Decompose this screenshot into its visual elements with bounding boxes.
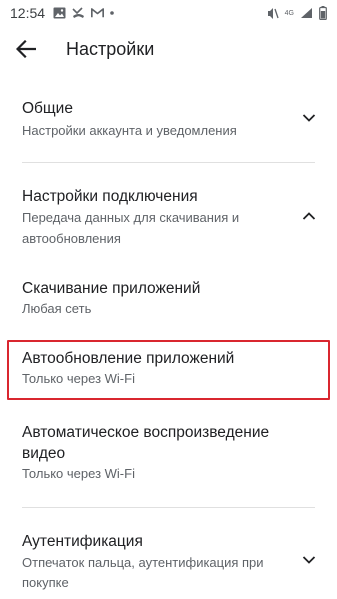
status-time: 12:54 [10,5,46,21]
autoplay-subtitle: Только через Wi-Fi [22,466,135,481]
settings-item-auth[interactable]: Аутентификация Отпечаток пальца, аутенти… [0,529,337,593]
settings-item-general[interactable]: Общие Настройки аккаунта и уведомления [0,96,337,148]
back-arrow-icon [16,40,36,58]
dot-icon [110,11,114,15]
gmail-icon [91,8,105,18]
chevron-down-icon [302,556,316,564]
signal-icon [300,7,313,19]
auth-title: Аутентификация [22,533,143,550]
missed-call-icon [72,7,85,19]
settings-screen: 12:54 4G Настройки Общие Настройки аккау… [0,0,337,599]
back-button[interactable] [14,37,38,61]
divider [22,507,315,508]
chevron-down-icon [302,114,316,122]
connection-subtitle-line2: автообновления [22,231,121,246]
connection-title: Настройки подключения [22,188,198,205]
status-bar: 12:54 4G [0,0,337,26]
image-icon [53,7,66,19]
app-bar: Настройки [0,26,337,72]
page-title: Настройки [66,38,155,59]
battery-icon [319,6,327,20]
general-subtitle: Настройки аккаунта и уведомления [22,123,237,138]
auth-subtitle-line1: Отпечаток пальца, аутентификация при [22,555,264,570]
autoupdate-title: Автообновление приложений [22,350,235,367]
download-title: Скачивание приложений [22,280,201,297]
status-bar-left: 12:54 [10,5,114,21]
autoupdate-subtitle: Только через Wi-Fi [22,371,135,386]
chevron-up-icon [302,212,316,220]
network-type-label: 4G [285,10,294,17]
connection-subtitle-line1: Передача данных для скачивания и [22,210,240,225]
settings-item-autoplay[interactable]: Автоматическое воспроизведение видео Тол… [0,420,337,484]
autoplay-title-line2: видео [22,445,66,462]
status-bar-right: 4G [267,6,327,20]
autoplay-title-line1: Автоматическое воспроизведение [22,424,270,441]
network-type-text: 4G [284,9,294,17]
settings-item-connection[interactable]: Настройки подключения Передача данных дл… [0,184,337,248]
auth-subtitle-line2: покупке [22,575,69,590]
mute-icon [267,7,279,20]
divider [22,162,315,163]
download-subtitle: Любая сеть [22,301,92,316]
settings-item-autoupdate[interactable]: Автообновление приложений Только через W… [0,346,337,390]
general-title: Общие [22,100,73,117]
settings-item-download[interactable]: Скачивание приложений Любая сеть [0,276,337,320]
